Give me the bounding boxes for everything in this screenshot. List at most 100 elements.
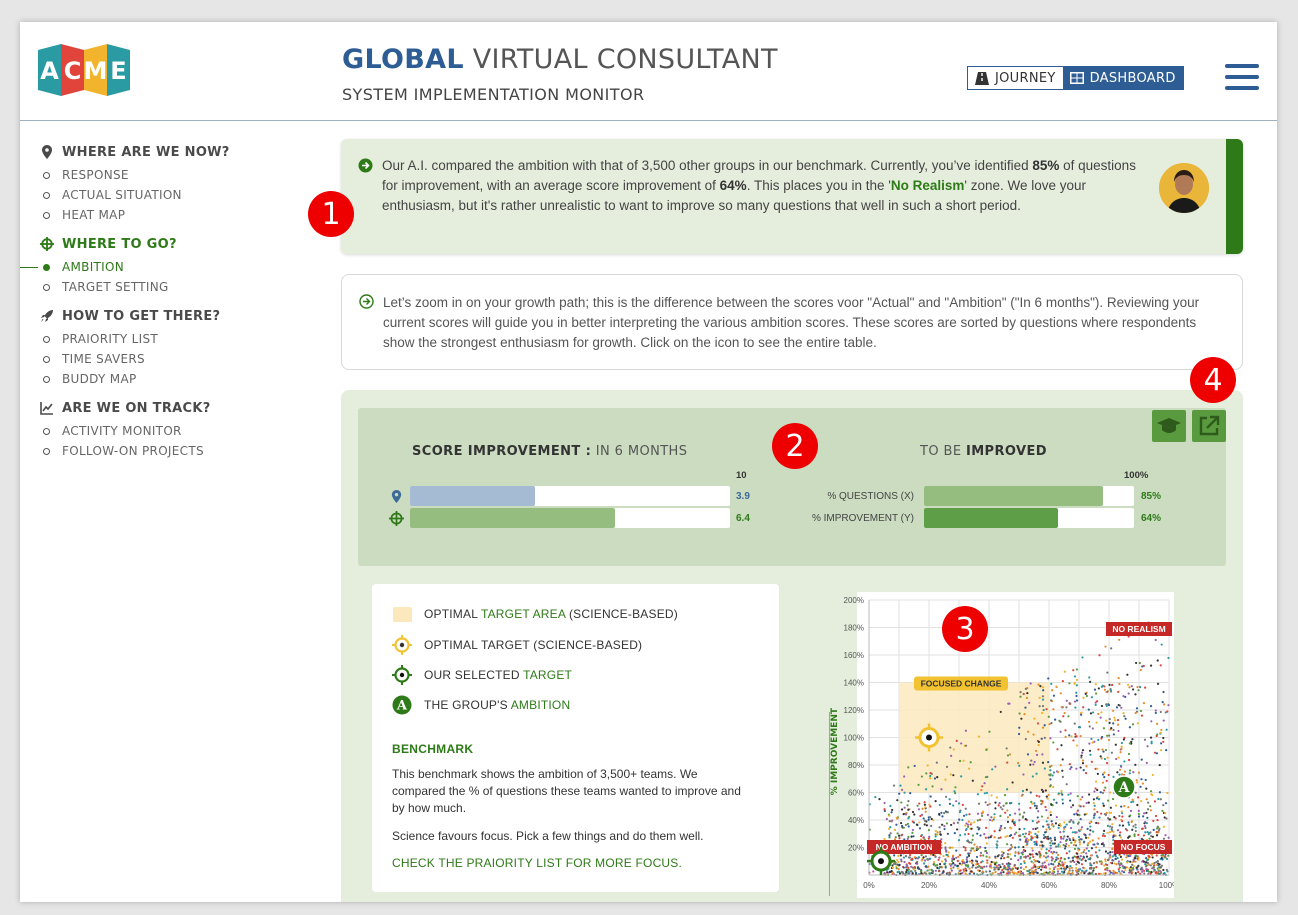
- benchmark-point: [1162, 690, 1165, 694]
- benchmark-point: [1147, 833, 1150, 836]
- benchmark-point: [1033, 717, 1036, 720]
- benchmark-point: [999, 710, 1002, 714]
- benchmark-point: [1047, 715, 1050, 718]
- benchmark-point: [985, 748, 988, 752]
- benchmark-point: [930, 868, 933, 872]
- sidebar-section-how-to-get-there[interactable]: HOW TO GET THERE?: [20, 306, 320, 326]
- benchmark-point: [1153, 868, 1156, 872]
- benchmark-point: [1050, 722, 1053, 725]
- benchmark-point: [1088, 793, 1091, 796]
- benchmark-point: [977, 828, 980, 831]
- sidebar-item-time-savers[interactable]: TIME SAVERS: [20, 349, 320, 369]
- consultant-avatar[interactable]: [1159, 163, 1209, 213]
- sidebar-section-are-we-on-track[interactable]: ARE WE ON TRACK?: [20, 398, 320, 418]
- journey-tab[interactable]: JOURNEY: [968, 67, 1063, 89]
- benchmark-point: [1024, 856, 1027, 859]
- benchmark-point: [964, 849, 967, 852]
- benchmark-point: [1036, 816, 1039, 819]
- benchmark-point: [1086, 827, 1089, 830]
- sidebar-item-activity-monitor[interactable]: ACTIVITY MONITOR: [20, 421, 320, 441]
- benchmark-heading: BENCHMARK: [392, 742, 474, 756]
- sidebar-item-buddy-map[interactable]: BUDDY MAP: [20, 369, 320, 389]
- benchmark-point: [1003, 794, 1007, 797]
- benchmark-point: [1133, 833, 1136, 836]
- benchmark-point: [892, 871, 895, 874]
- benchmark-point: [1004, 835, 1007, 838]
- sidebar-item-target-setting[interactable]: TARGET SETTING: [20, 277, 320, 297]
- sidebar-item-heat-map[interactable]: HEAT MAP: [20, 205, 320, 225]
- benchmark-point: [905, 855, 908, 858]
- benchmark-point: [1101, 781, 1105, 784]
- benchmark-point: [1009, 857, 1013, 861]
- benchmark-point: [1108, 721, 1111, 724]
- benchmark-point: [1110, 727, 1113, 730]
- benchmark-point: [1112, 859, 1115, 862]
- benchmark-point: [1137, 871, 1140, 874]
- benchmark-point: [980, 788, 983, 792]
- praiority-list-link[interactable]: CHECK THE PRAIORITY LIST FOR MORE FOCUS.: [392, 856, 682, 870]
- benchmark-point: [1143, 872, 1146, 875]
- benchmark-point: [1084, 833, 1087, 836]
- sidebar-section-where-are-we-now[interactable]: WHERE ARE WE NOW?: [20, 142, 320, 162]
- benchmark-point: [913, 856, 916, 859]
- sidebar-item-response[interactable]: RESPONSE: [20, 165, 320, 185]
- benchmark-point: [1160, 742, 1163, 745]
- benchmark-point: [1063, 870, 1066, 874]
- open-table-button[interactable]: [1192, 410, 1226, 442]
- benchmark-point: [1062, 830, 1065, 833]
- benchmark-point: [934, 855, 937, 858]
- benchmark-point: [965, 869, 968, 872]
- x-tick-label: 60%: [1041, 881, 1057, 890]
- benchmark-point: [1121, 824, 1125, 827]
- sidebar-section-where-to-go[interactable]: WHERE TO GO?: [20, 234, 320, 254]
- benchmark-point: [1063, 835, 1066, 838]
- benchmark-point: [1095, 861, 1099, 864]
- benchmark-point: [1063, 712, 1066, 715]
- benchmark-point: [1089, 753, 1092, 756]
- benchmark-point: [1089, 825, 1092, 828]
- benchmark-point: [1094, 683, 1097, 686]
- y-tick-label: 160%: [844, 651, 864, 660]
- benchmark-point: [1025, 788, 1028, 791]
- benchmark-point: [1008, 834, 1011, 838]
- sidebar-item-actual-situation[interactable]: ACTUAL SITUATION: [20, 185, 320, 205]
- acme-logo[interactable]: A C M E: [38, 44, 130, 96]
- benchmark-point: [1057, 792, 1061, 795]
- benchmark-point: [1041, 726, 1045, 729]
- svg-text:A: A: [396, 699, 408, 714]
- benchmark-point: [928, 872, 931, 875]
- benchmark-point: [1057, 853, 1060, 857]
- benchmark-point: [1011, 781, 1014, 784]
- benchmark-point: [1078, 726, 1082, 729]
- benchmark-point: [1100, 704, 1104, 708]
- sidebar-item-ambition[interactable]: AMBITION: [20, 257, 320, 277]
- benchmark-point: [1007, 864, 1010, 867]
- benchmark-point: [1167, 656, 1170, 660]
- benchmark-point: [1132, 865, 1135, 868]
- menu-icon[interactable]: [1225, 64, 1259, 90]
- benchmark-point: [1045, 795, 1048, 798]
- benchmark-point: [1131, 738, 1134, 741]
- benchmark-point: [907, 808, 910, 811]
- benchmark-point: [1017, 858, 1020, 862]
- callout-marker-2: 2: [772, 423, 818, 469]
- benchmark-point: [1101, 834, 1104, 837]
- benchmark-point: [1155, 752, 1159, 755]
- benchmark-point: [900, 834, 903, 837]
- benchmark-point: [925, 824, 929, 827]
- dashboard-tab[interactable]: DASHBOARD: [1062, 67, 1183, 89]
- benchmark-point: [1060, 789, 1063, 793]
- sidebar-item-praiority-list[interactable]: PRAIORITY LIST: [20, 329, 320, 349]
- benchmark-point: [903, 791, 906, 794]
- benchmark-point: [1092, 802, 1095, 805]
- benchmark-point: [1094, 780, 1098, 783]
- benchmark-point: [891, 864, 894, 867]
- benchmark-point: [1022, 848, 1025, 852]
- benchmark-point: [1162, 868, 1165, 872]
- benchmark-point: [989, 836, 992, 839]
- graduation-cap-button[interactable]: [1152, 410, 1186, 442]
- benchmark-point: [1006, 816, 1010, 819]
- benchmark-point: [925, 772, 928, 775]
- sidebar-item-follow-on-projects[interactable]: FOLLOW-ON PROJECTS: [20, 441, 320, 461]
- benchmark-point: [1117, 868, 1120, 871]
